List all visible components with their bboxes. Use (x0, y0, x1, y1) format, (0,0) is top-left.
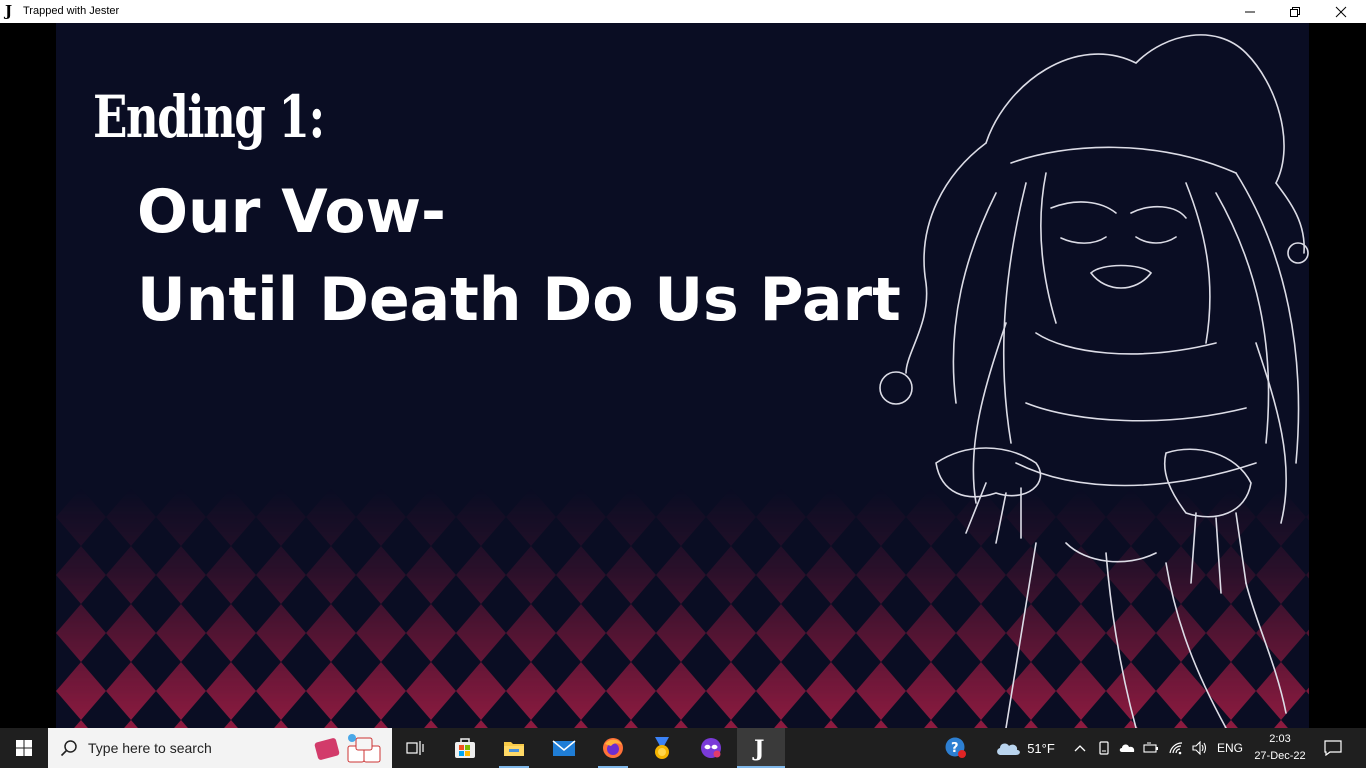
task-view-button[interactable] (392, 728, 440, 768)
svg-text:?: ? (951, 741, 959, 756)
start-button[interactable] (0, 728, 48, 768)
minimize-icon (1245, 11, 1255, 12)
taskbar-search-box[interactable]: Type here to search (48, 728, 392, 768)
taskbar-app-medal[interactable] (638, 728, 686, 768)
taskbar-app-trapped-with-jester[interactable]: J (737, 728, 785, 768)
search-highlight-icon (314, 734, 381, 763)
mask-app-icon (701, 738, 721, 758)
tray-wifi[interactable] (1164, 728, 1188, 768)
taskbar: Type here to search J ? 51°F ENG 2:03 27… (0, 728, 1366, 768)
taskbar-app-microsoft-store[interactable] (441, 728, 489, 768)
close-button[interactable] (1318, 0, 1364, 23)
tray-onedrive[interactable] (1116, 728, 1138, 768)
minimize-button[interactable] (1227, 0, 1273, 23)
chevron-up-icon (1074, 745, 1086, 752)
search-placeholder: Type here to search (88, 740, 212, 756)
jester-line-art (879, 34, 1309, 728)
close-icon (1335, 6, 1347, 17)
taskbar-clock[interactable]: 2:03 27-Dec-22 (1248, 731, 1312, 765)
medal-app-icon (655, 737, 669, 759)
trapped-with-jester-icon: J (752, 736, 764, 761)
tray-weather[interactable]: 51°F (992, 728, 1058, 768)
tray-device-icon[interactable] (1094, 728, 1114, 768)
battery-icon (1143, 742, 1158, 753)
wifi-icon (1169, 742, 1183, 755)
windows-logo-icon (16, 740, 32, 756)
tray-help-button[interactable]: ? (938, 728, 974, 768)
window-title-bar[interactable]: J Trapped with Jester (0, 0, 1366, 23)
svg-text:J: J (752, 736, 764, 761)
action-center-button[interactable] (1318, 728, 1348, 768)
restore-icon (1290, 6, 1300, 17)
app-icon: J (5, 2, 13, 20)
ending-label: Ending 1: (93, 83, 325, 151)
restore-button[interactable] (1272, 0, 1318, 23)
weather-temperature: 51°F (1027, 740, 1055, 756)
taskbar-app-firefox[interactable] (589, 728, 637, 768)
tray-show-hidden-icons[interactable] (1068, 728, 1092, 768)
tray-volume[interactable] (1188, 728, 1212, 768)
speaker-icon (1192, 741, 1207, 755)
device-icon (1099, 741, 1109, 755)
task-view-icon (406, 741, 424, 755)
search-icon (60, 740, 77, 757)
microsoft-store-icon (455, 738, 475, 758)
help-icon: ? (945, 737, 966, 758)
clock-date: 27-Dec-22 (1254, 750, 1306, 762)
game-viewport[interactable]: Ending 1: Our Vow- Until Death Do Us Par… (56, 23, 1309, 728)
cloud-icon (997, 743, 1021, 755)
clock-time: 2:03 (1269, 733, 1291, 745)
window-title: Trapped with Jester (23, 5, 120, 17)
mail-icon (552, 740, 576, 756)
firefox-icon (603, 738, 623, 758)
taskbar-app-mask[interactable] (687, 728, 735, 768)
file-explorer-icon (504, 742, 524, 756)
taskbar-app-mail[interactable] (540, 728, 588, 768)
notification-icon (1324, 740, 1342, 756)
language-indicator: ENG (1216, 741, 1243, 755)
taskbar-app-file-explorer[interactable] (490, 728, 538, 768)
onedrive-cloud-icon (1119, 744, 1135, 752)
ending-title-line-2: Until Death Do Us Part (137, 265, 901, 335)
ending-title-line-1: Our Vow- (137, 177, 446, 247)
tray-language[interactable]: ENG (1212, 728, 1248, 768)
tray-battery[interactable] (1140, 728, 1162, 768)
